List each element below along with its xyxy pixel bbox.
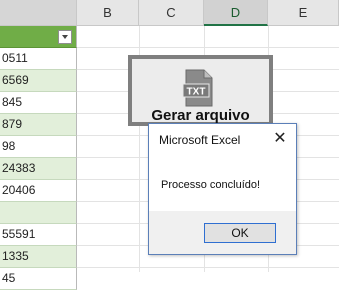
column-a-cells: 0511 6569 845 879 98 24383 20406 55591 1… xyxy=(0,26,77,290)
table-header-cell[interactable] xyxy=(0,26,77,48)
table-cell[interactable]: 6569 xyxy=(0,70,77,92)
ok-button[interactable]: OK xyxy=(204,223,276,243)
table-cell[interactable]: 0511 xyxy=(0,48,77,70)
generate-file-label: Gerar arquivo xyxy=(151,107,250,124)
ok-button-label: OK xyxy=(231,226,249,240)
dialog-body: Processo concluído! xyxy=(149,157,296,211)
dialog-message: Processo concluído! xyxy=(161,179,261,191)
column-header-d[interactable]: D xyxy=(204,0,268,26)
grid-line xyxy=(77,267,339,268)
column-header-c[interactable]: C xyxy=(139,0,204,26)
table-cell[interactable]: 45 xyxy=(0,268,77,290)
column-header-b[interactable]: B xyxy=(77,0,139,26)
dialog-titlebar[interactable]: Microsoft Excel ✕ xyxy=(149,124,296,157)
column-header-b-label: B xyxy=(103,5,112,20)
column-header-c-label: C xyxy=(166,5,176,20)
column-header-e[interactable]: E xyxy=(268,0,339,26)
table-cell[interactable] xyxy=(0,202,77,224)
column-header-d-label: D xyxy=(230,4,241,20)
dialog-footer: OK xyxy=(149,211,296,254)
table-cell[interactable]: 98 xyxy=(0,136,77,158)
generate-file-button[interactable]: TXT Gerar arquivo xyxy=(128,55,273,126)
txt-file-icon: TXT xyxy=(182,69,216,107)
table-cell[interactable]: 1335 xyxy=(0,246,77,268)
table-cell[interactable]: 24383 xyxy=(0,158,77,180)
table-cell[interactable]: 879 xyxy=(0,114,77,136)
close-icon[interactable]: ✕ xyxy=(272,131,288,147)
column-header-e-label: E xyxy=(298,5,308,20)
table-cell[interactable]: 55591 xyxy=(0,224,77,246)
column-header-row: B C D E xyxy=(0,0,339,26)
table-cell[interactable]: 20406 xyxy=(0,180,77,202)
dialog-title: Microsoft Excel xyxy=(159,133,241,147)
message-dialog: Microsoft Excel ✕ Processo concluído! OK xyxy=(148,123,297,255)
grid-line xyxy=(77,47,339,48)
table-cell[interactable]: 845 xyxy=(0,92,77,114)
column-header-a[interactable] xyxy=(0,0,77,26)
svg-text:TXT: TXT xyxy=(187,87,206,98)
filter-dropdown-icon[interactable] xyxy=(58,30,72,44)
